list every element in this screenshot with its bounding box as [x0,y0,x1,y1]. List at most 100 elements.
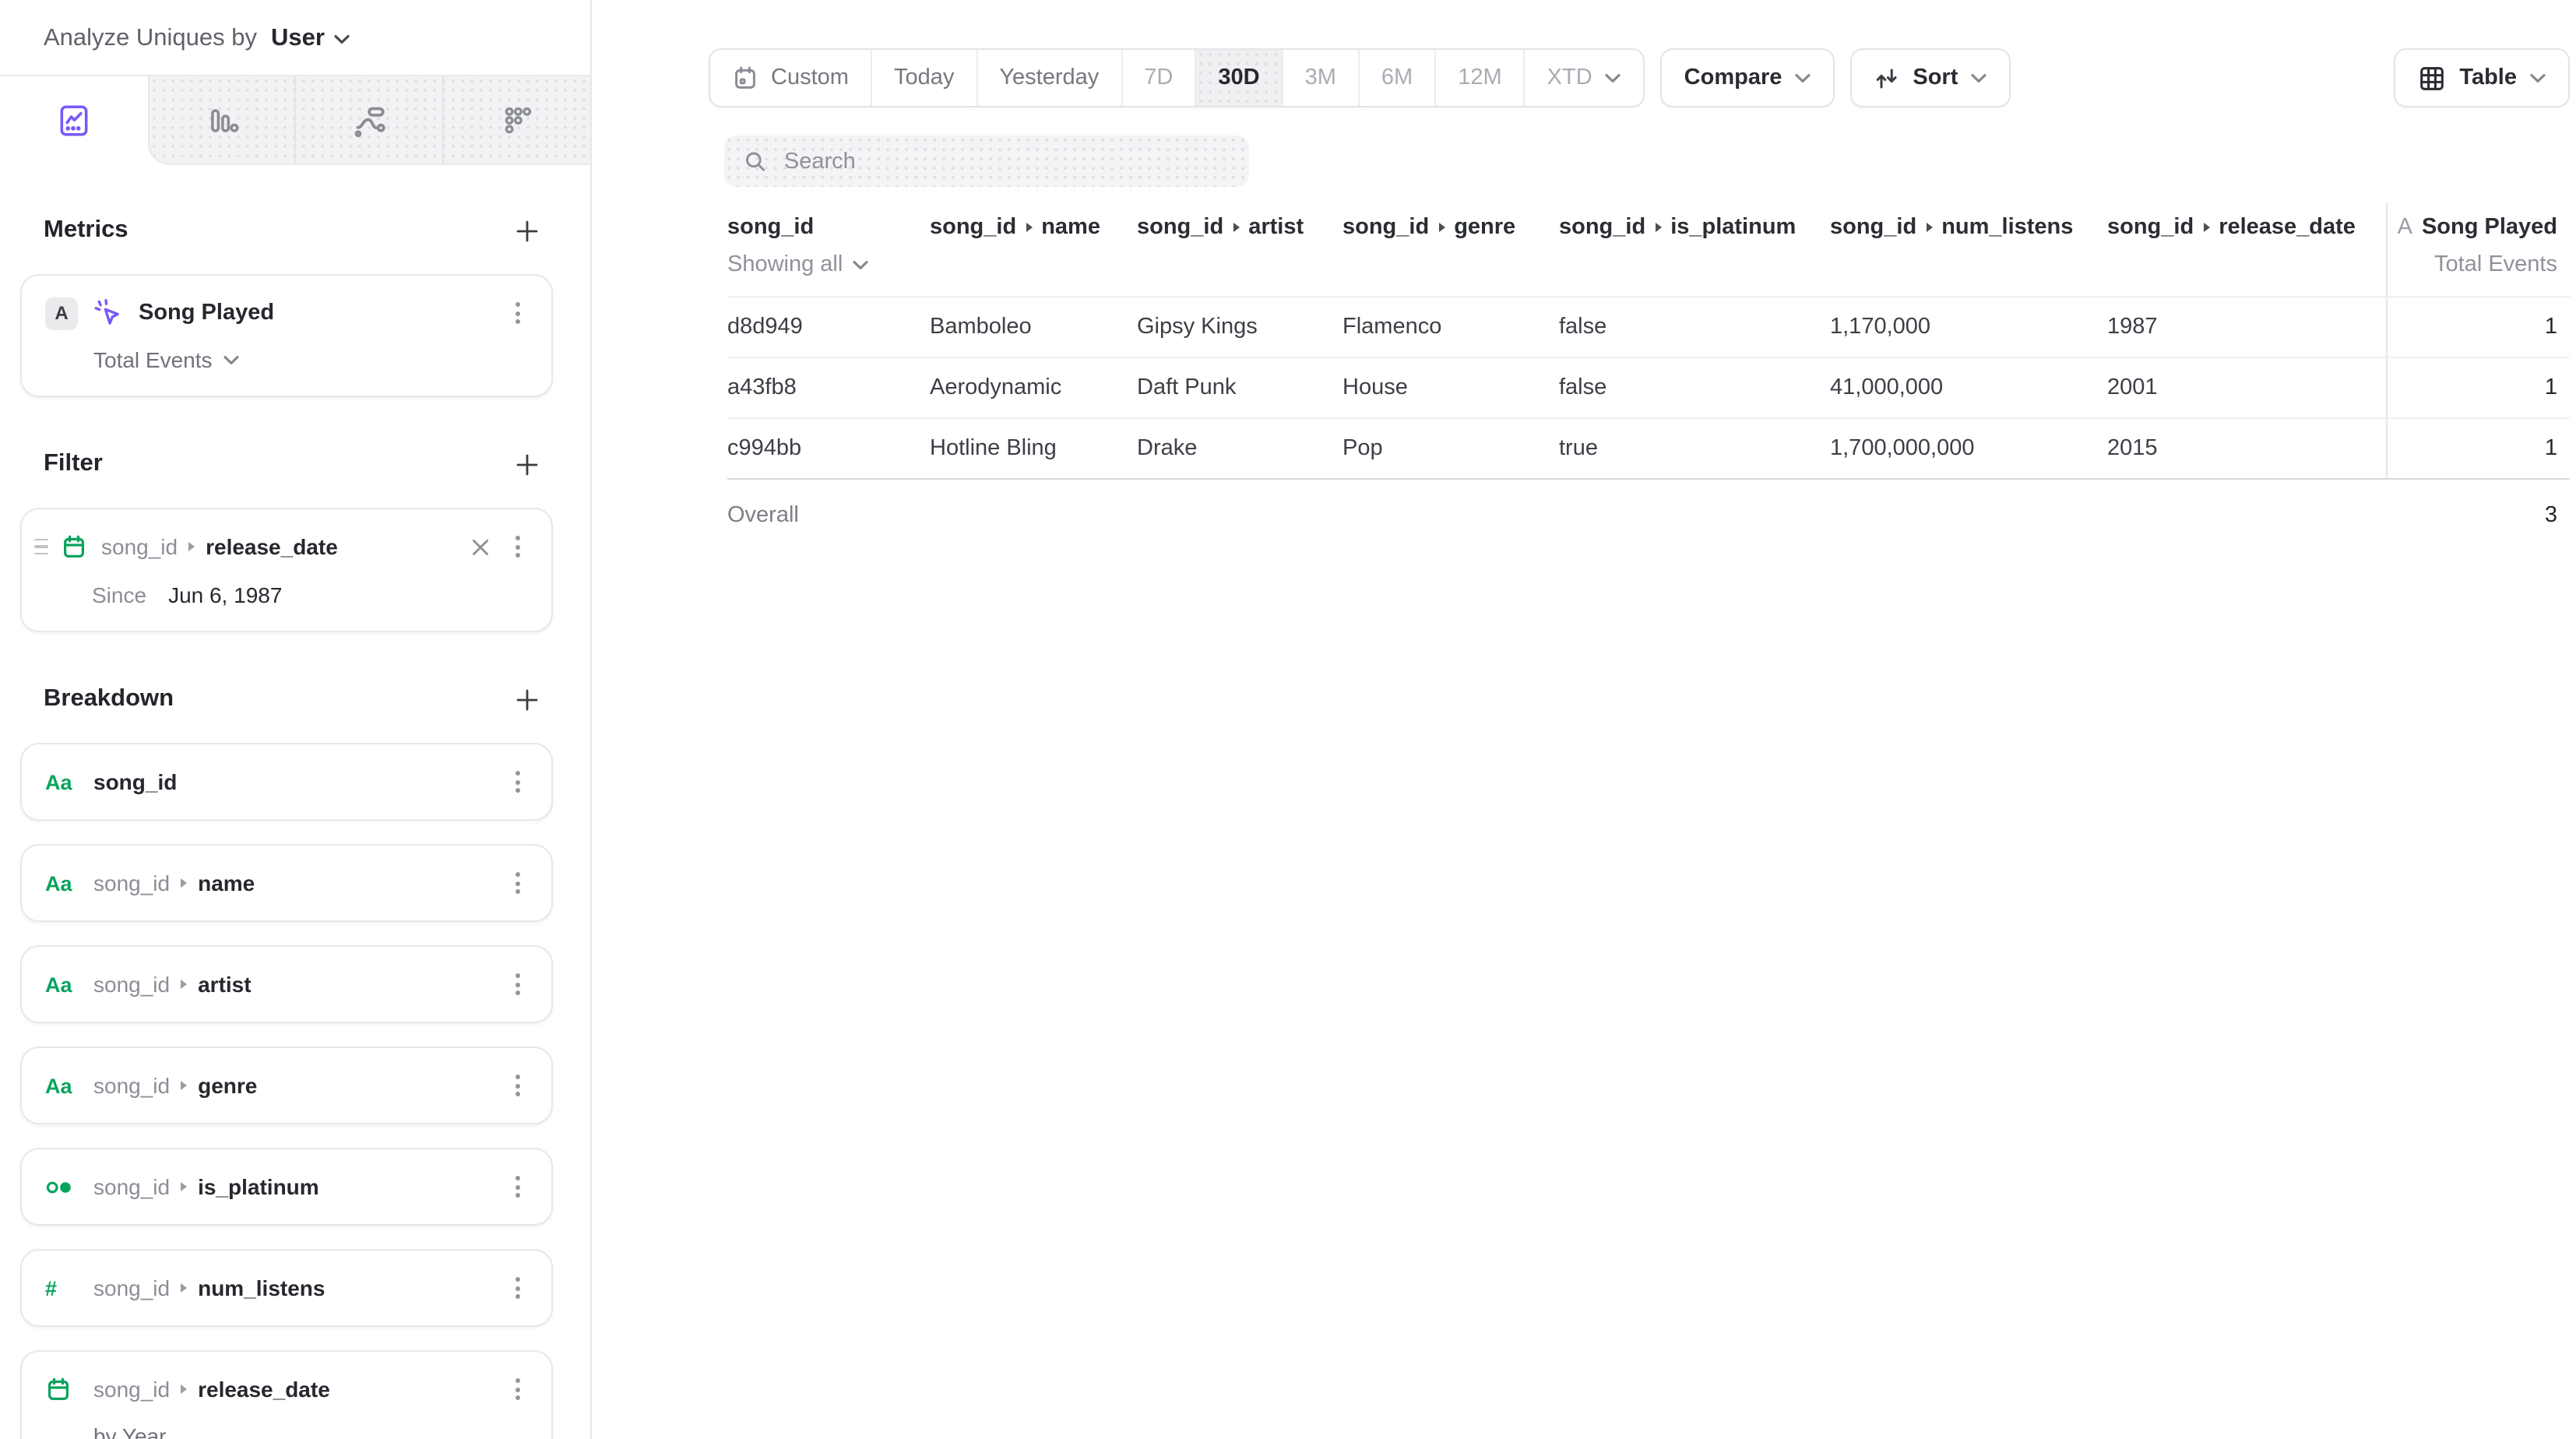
inactive-tab-group [147,76,590,165]
breakdown-section-header: Breakdown [44,679,547,720]
chevron-down-icon [334,33,351,44]
kebab-menu-icon[interactable] [508,765,528,799]
cell-is-platinum: false [1559,358,1830,417]
string-type-icon: Aa [45,770,79,793]
column-header-song-id[interactable]: song_id Showing all [727,202,930,296]
filter-card[interactable]: song_id release_date Since Jun 6, 1987 [20,508,553,632]
kebab-menu-icon[interactable] [508,530,528,564]
date-range-custom[interactable]: Custom [710,50,871,106]
date-range-label: XTD [1547,65,1592,90]
kebab-menu-icon[interactable] [508,1170,528,1204]
remove-filter-icon[interactable] [467,533,494,560]
kebab-menu-icon[interactable] [508,1372,528,1406]
date-range-7d[interactable]: 7D [1121,50,1195,106]
search-input[interactable] [781,147,1230,175]
date-bucket-dropdown[interactable]: by Year [93,1423,528,1439]
tab-bar-chart[interactable] [149,76,295,164]
kebab-menu-icon[interactable] [508,296,528,330]
date-range-label: 3M [1305,65,1336,90]
column-header-num-listens[interactable]: song_idnum_listens [1830,202,2107,296]
tab-line-chart[interactable] [0,76,147,165]
cell-is-platinum: false [1559,297,1830,357]
breadcrumb-arrow-icon [1926,223,1932,232]
column-header-is-platinum[interactable]: song_idis_platinum [1559,202,1830,296]
analyze-entity-dropdown[interactable]: User [271,25,351,53]
overall-label: Overall [727,480,930,551]
pivot-dots-icon [499,102,535,138]
chevron-down-icon [2529,72,2546,83]
filter-property-breadcrumb[interactable]: song_id release_date [101,534,338,559]
measure-dropdown[interactable]: Total Events [93,347,528,372]
breadcrumb-arrow-icon [188,542,195,551]
date-range-3m[interactable]: 3M [1282,50,1358,106]
drag-handle-icon[interactable] [34,539,48,555]
metric-name: Song Played [2422,215,2557,240]
cell-name: Hotline Bling [930,419,1137,478]
tab-pivot-table[interactable] [442,76,590,164]
date-range-12m[interactable]: 12M [1434,50,1523,106]
table-row: a43fb8 Aerodynamic Daft Punk House false… [727,357,2570,417]
column-header-metric[interactable]: ASong Played Total Events [2386,202,2570,296]
property-name: release_date [206,534,338,559]
cell-song-id: d8d949 [727,297,930,357]
breakdown-item[interactable]: song_id is_platinum [20,1148,553,1226]
column-prefix: song_id [1343,215,1429,240]
breadcrumb-arrow-icon [181,1182,187,1191]
property-prefix: song_id [93,1073,170,1098]
add-breakdown-button[interactable] [506,679,547,720]
date-range-6m[interactable]: 6M [1358,50,1434,106]
showing-all-dropdown[interactable]: Showing all [727,252,930,296]
date-range-30d[interactable]: 30D [1195,50,1281,106]
compare-button[interactable]: Compare [1661,48,1835,107]
tab-flow-chart[interactable] [295,76,443,164]
analyze-entity-value: User [271,25,325,53]
column-prefix: song_id [1830,215,1916,240]
date-range-xtd[interactable]: XTD [1524,50,1644,106]
filter-value[interactable]: Jun 6, 1987 [168,582,282,607]
metrics-title: Metrics [44,216,128,245]
breadcrumb-arrow-icon [181,878,187,888]
chevron-down-icon [852,259,869,270]
toolbar: Custom Today Yesterday 7D 30D 3M 6M 12M … [709,48,2570,107]
filter-operator-dropdown[interactable]: Since [92,582,146,607]
cell-num-listens: 1,170,000 [1830,297,2107,357]
property-name: num_listens [198,1275,325,1300]
plus-icon [515,688,538,711]
column-prefix: song_id [1137,215,1223,240]
close-icon [470,537,491,557]
breakdown-item[interactable]: Aa song_id genre [20,1047,553,1124]
column-header-genre[interactable]: song_idgenre [1343,202,1559,296]
column-header-release-date[interactable]: song_idrelease_date [2107,202,2386,296]
bar-chart-icon [204,102,240,138]
breakdown-item[interactable]: Aa song_id name [20,844,553,922]
column-prefix: song_id [1559,215,1645,240]
date-range-label: 7D [1144,65,1173,90]
kebab-menu-icon[interactable] [508,1068,528,1103]
analyze-by-row: Analyze Uniques by User [0,0,590,75]
add-metric-button[interactable] [506,210,547,251]
sort-button[interactable]: Sort [1850,48,2011,107]
column-header-name[interactable]: song_idname [930,202,1137,296]
line-chart-icon [56,103,92,139]
breakdown-item[interactable]: Aa song_id [20,743,553,821]
boolean-type-icon [45,1175,75,1198]
property-prefix: song_id [93,972,170,997]
date-range-yesterday[interactable]: Yesterday [976,50,1121,106]
metric-card[interactable]: A Song Played Total Events [20,274,553,397]
breakdown-item[interactable]: song_id release_date by Year [20,1350,553,1439]
breakdown-item[interactable]: Aa song_id artist [20,945,553,1023]
breadcrumb-arrow-icon [1233,223,1239,232]
property-prefix: song_id [93,871,170,895]
column-header-artist[interactable]: song_idartist [1137,202,1343,296]
kebab-menu-icon[interactable] [508,1271,528,1305]
chevron-down-icon [1605,72,1622,83]
add-filter-button[interactable] [506,444,547,484]
date-range-today[interactable]: Today [871,50,976,106]
view-type-button[interactable]: Table [2394,48,2570,107]
breakdown-item[interactable]: # song_id num_listens [20,1249,553,1327]
kebab-menu-icon[interactable] [508,967,528,1001]
cell-release-date: 2015 [2107,419,2386,478]
kebab-menu-icon[interactable] [508,866,528,900]
date-range-label: Yesterday [999,65,1099,90]
table-grid-icon [2417,63,2447,93]
